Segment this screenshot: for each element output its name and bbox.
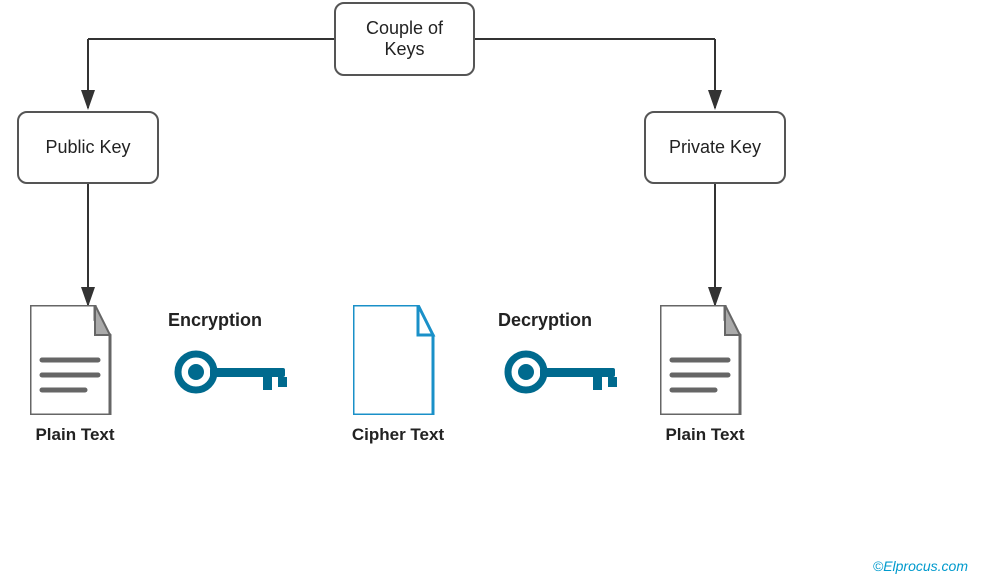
plain-text-right-doc <box>660 305 750 415</box>
encryption-label: Encryption <box>168 310 262 331</box>
couple-of-keys-box: Couple of Keys <box>334 2 475 76</box>
plain-text-right-label: Plain Text <box>645 425 765 445</box>
decryption-label: Decryption <box>498 310 592 331</box>
diagram-container: Couple of Keys Public Key Private Key Pl… <box>0 0 984 586</box>
private-key-box: Private Key <box>644 111 786 184</box>
encryption-key-icon <box>168 350 298 405</box>
plain-text-left-doc <box>30 305 120 415</box>
decryption-key-icon <box>498 350 628 405</box>
watermark: ©Elprocus.com <box>873 558 968 574</box>
connector-lines <box>0 0 984 586</box>
public-key-box: Public Key <box>17 111 159 184</box>
cipher-text-label: Cipher Text <box>338 425 458 445</box>
cipher-text-doc <box>353 305 443 415</box>
plain-text-left-label: Plain Text <box>15 425 135 445</box>
